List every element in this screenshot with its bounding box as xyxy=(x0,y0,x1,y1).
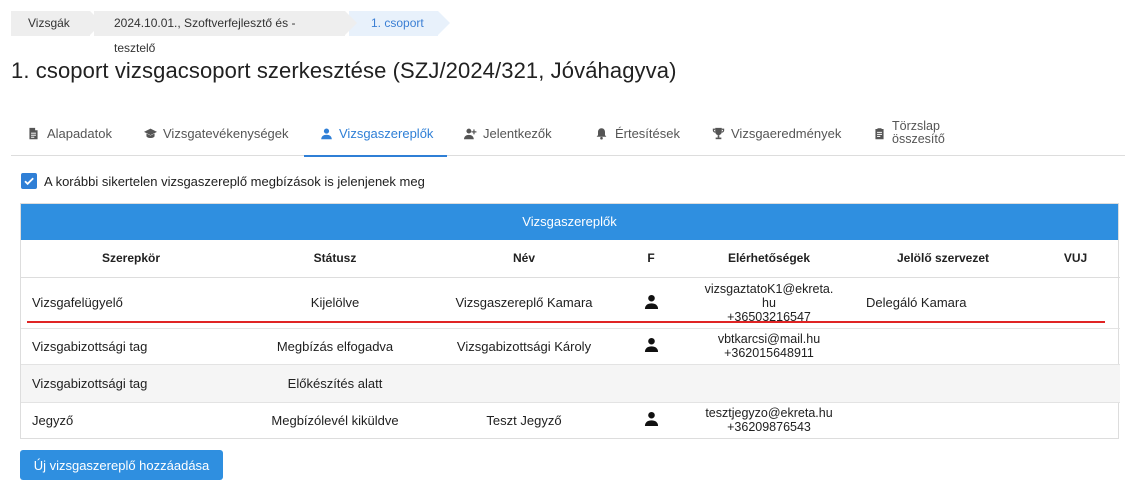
table-caption: Vizsgaszereplők xyxy=(21,204,1118,240)
table-row[interactable]: Jegyző Megbízólevél kiküldve Teszt Jegyz… xyxy=(21,402,1120,438)
add-participant-button[interactable]: Új vizsgaszereplő hozzáadása xyxy=(20,450,223,480)
contact-email: tesztjegyzo@ekreta.hu xyxy=(705,406,833,421)
column-header-role[interactable]: Szerepkör xyxy=(21,240,241,278)
user-add-icon xyxy=(463,126,477,140)
cell-f xyxy=(619,402,683,438)
tab-label: Vizsgaeredmények xyxy=(731,125,842,141)
cell-org xyxy=(855,364,1031,403)
clipboard-icon xyxy=(872,126,886,140)
cell-contacts: vbtkarcsi@mail.hu +362015648911 xyxy=(683,328,855,365)
graduation-cap-icon xyxy=(144,126,157,140)
document-icon xyxy=(27,126,41,140)
tab-ertesitesek[interactable]: Értesítések xyxy=(579,110,696,156)
breadcrumb-item-group: 1. csoport xyxy=(349,11,450,36)
contact-email: vizsgaztatoK1@ekreta. xyxy=(704,281,834,296)
person-icon xyxy=(644,411,659,427)
breadcrumb-item-exam[interactable]: 2024.10.01., Szoftverfejlesztő és -teszt… xyxy=(94,11,357,55)
tab-vizsgaszereplok[interactable]: Vizsgaszereplők xyxy=(304,110,447,157)
column-header-name[interactable]: Név xyxy=(429,240,619,278)
check-icon xyxy=(24,177,34,186)
trophy-icon xyxy=(712,126,725,140)
cell-contacts xyxy=(683,364,855,403)
tab-label: Törzslap összesítő xyxy=(892,120,945,146)
cell-f xyxy=(619,364,683,403)
cell-org xyxy=(855,328,1031,365)
show-failed-checkbox[interactable] xyxy=(21,173,37,189)
cell-name: Vizsgabizottsági Károly xyxy=(429,328,619,365)
cell-f xyxy=(619,328,683,365)
tab-alapadatok[interactable]: Alapadatok xyxy=(11,110,128,156)
table-row[interactable]: Vizsgabizottsági tag Megbízás elfogadva … xyxy=(21,328,1120,365)
cell-org xyxy=(855,402,1031,438)
page-title: 1. csoport vizsgacsoport szerkesztése (S… xyxy=(11,58,677,83)
column-header-contacts[interactable]: Elérhetőségek xyxy=(683,240,855,278)
cell-contacts: tesztjegyzo@ekreta.hu +36209876543 xyxy=(683,402,855,438)
table-row[interactable]: Vizsgabizottsági tag Előkészítés alatt xyxy=(21,364,1120,403)
show-failed-assignments-option: A korábbi sikertelen vizsgaszereplő megb… xyxy=(21,172,425,190)
cell-vuj xyxy=(1031,364,1120,403)
tab-label: Alapadatok xyxy=(46,125,112,141)
cell-status: Megbízás elfogadva xyxy=(241,328,429,365)
cell-name: Teszt Jegyző xyxy=(486,412,562,428)
cell-role: Vizsgabizottsági tag xyxy=(21,328,241,365)
tab-label: Jelentkezők xyxy=(483,125,552,141)
contact-phone: +36209876543 xyxy=(727,420,811,435)
breadcrumb-item-vizsgak[interactable]: Vizsgák xyxy=(11,11,102,36)
column-header-org[interactable]: Jelölő szervezet xyxy=(855,240,1031,278)
tab-label: Vizsgatevékenységek xyxy=(163,125,289,141)
user-icon xyxy=(320,126,333,140)
tab-label-line1: Törzslap xyxy=(892,119,940,133)
tab-torzslap-osszesito[interactable]: Törzslap összesítő xyxy=(856,110,976,156)
person-icon xyxy=(644,337,659,352)
show-failed-label[interactable]: A korábbi sikertelen vizsgaszereplő megb… xyxy=(44,174,425,189)
cell-vuj xyxy=(1031,402,1120,438)
person-icon xyxy=(644,294,659,309)
contact-email: vbtkarcsi@mail.hu xyxy=(717,332,821,346)
breadcrumb: Vizsgák 2024.10.01., Szoftverfejlesztő é… xyxy=(11,11,450,55)
contact-phone: +362015648911 xyxy=(724,346,814,360)
tab-vizsgaeredmenyek[interactable]: Vizsgaeredmények xyxy=(696,110,856,156)
cell-role: Vizsgabizottsági tag xyxy=(21,364,241,403)
tab-jelentkezok[interactable]: Jelentkezők xyxy=(447,110,579,156)
tab-label-line2: összesítő xyxy=(892,132,945,146)
cell-status: Előkészítés alatt xyxy=(241,364,429,403)
tab-label: Vizsgaszereplők xyxy=(339,125,434,141)
cell-name xyxy=(429,364,619,403)
tab-bar: Alapadatok Vizsgatevékenységek Vizsgasze… xyxy=(11,110,1125,157)
column-header-f[interactable]: F xyxy=(619,240,683,278)
column-header-vuj[interactable]: VUJ xyxy=(1031,240,1120,278)
tab-label: Értesítések xyxy=(614,125,680,141)
column-header-status[interactable]: Státusz xyxy=(241,240,429,278)
highlight-underline xyxy=(27,321,1105,323)
cell-vuj xyxy=(1031,328,1120,365)
bell-icon xyxy=(595,126,609,140)
contact-email-cont: hu xyxy=(762,295,776,310)
tab-vizsgatevekenysegek[interactable]: Vizsgatevékenységek xyxy=(128,110,304,156)
cell-role: Jegyző xyxy=(32,412,74,428)
cell-status: Megbízólevél kiküldve xyxy=(271,412,399,428)
